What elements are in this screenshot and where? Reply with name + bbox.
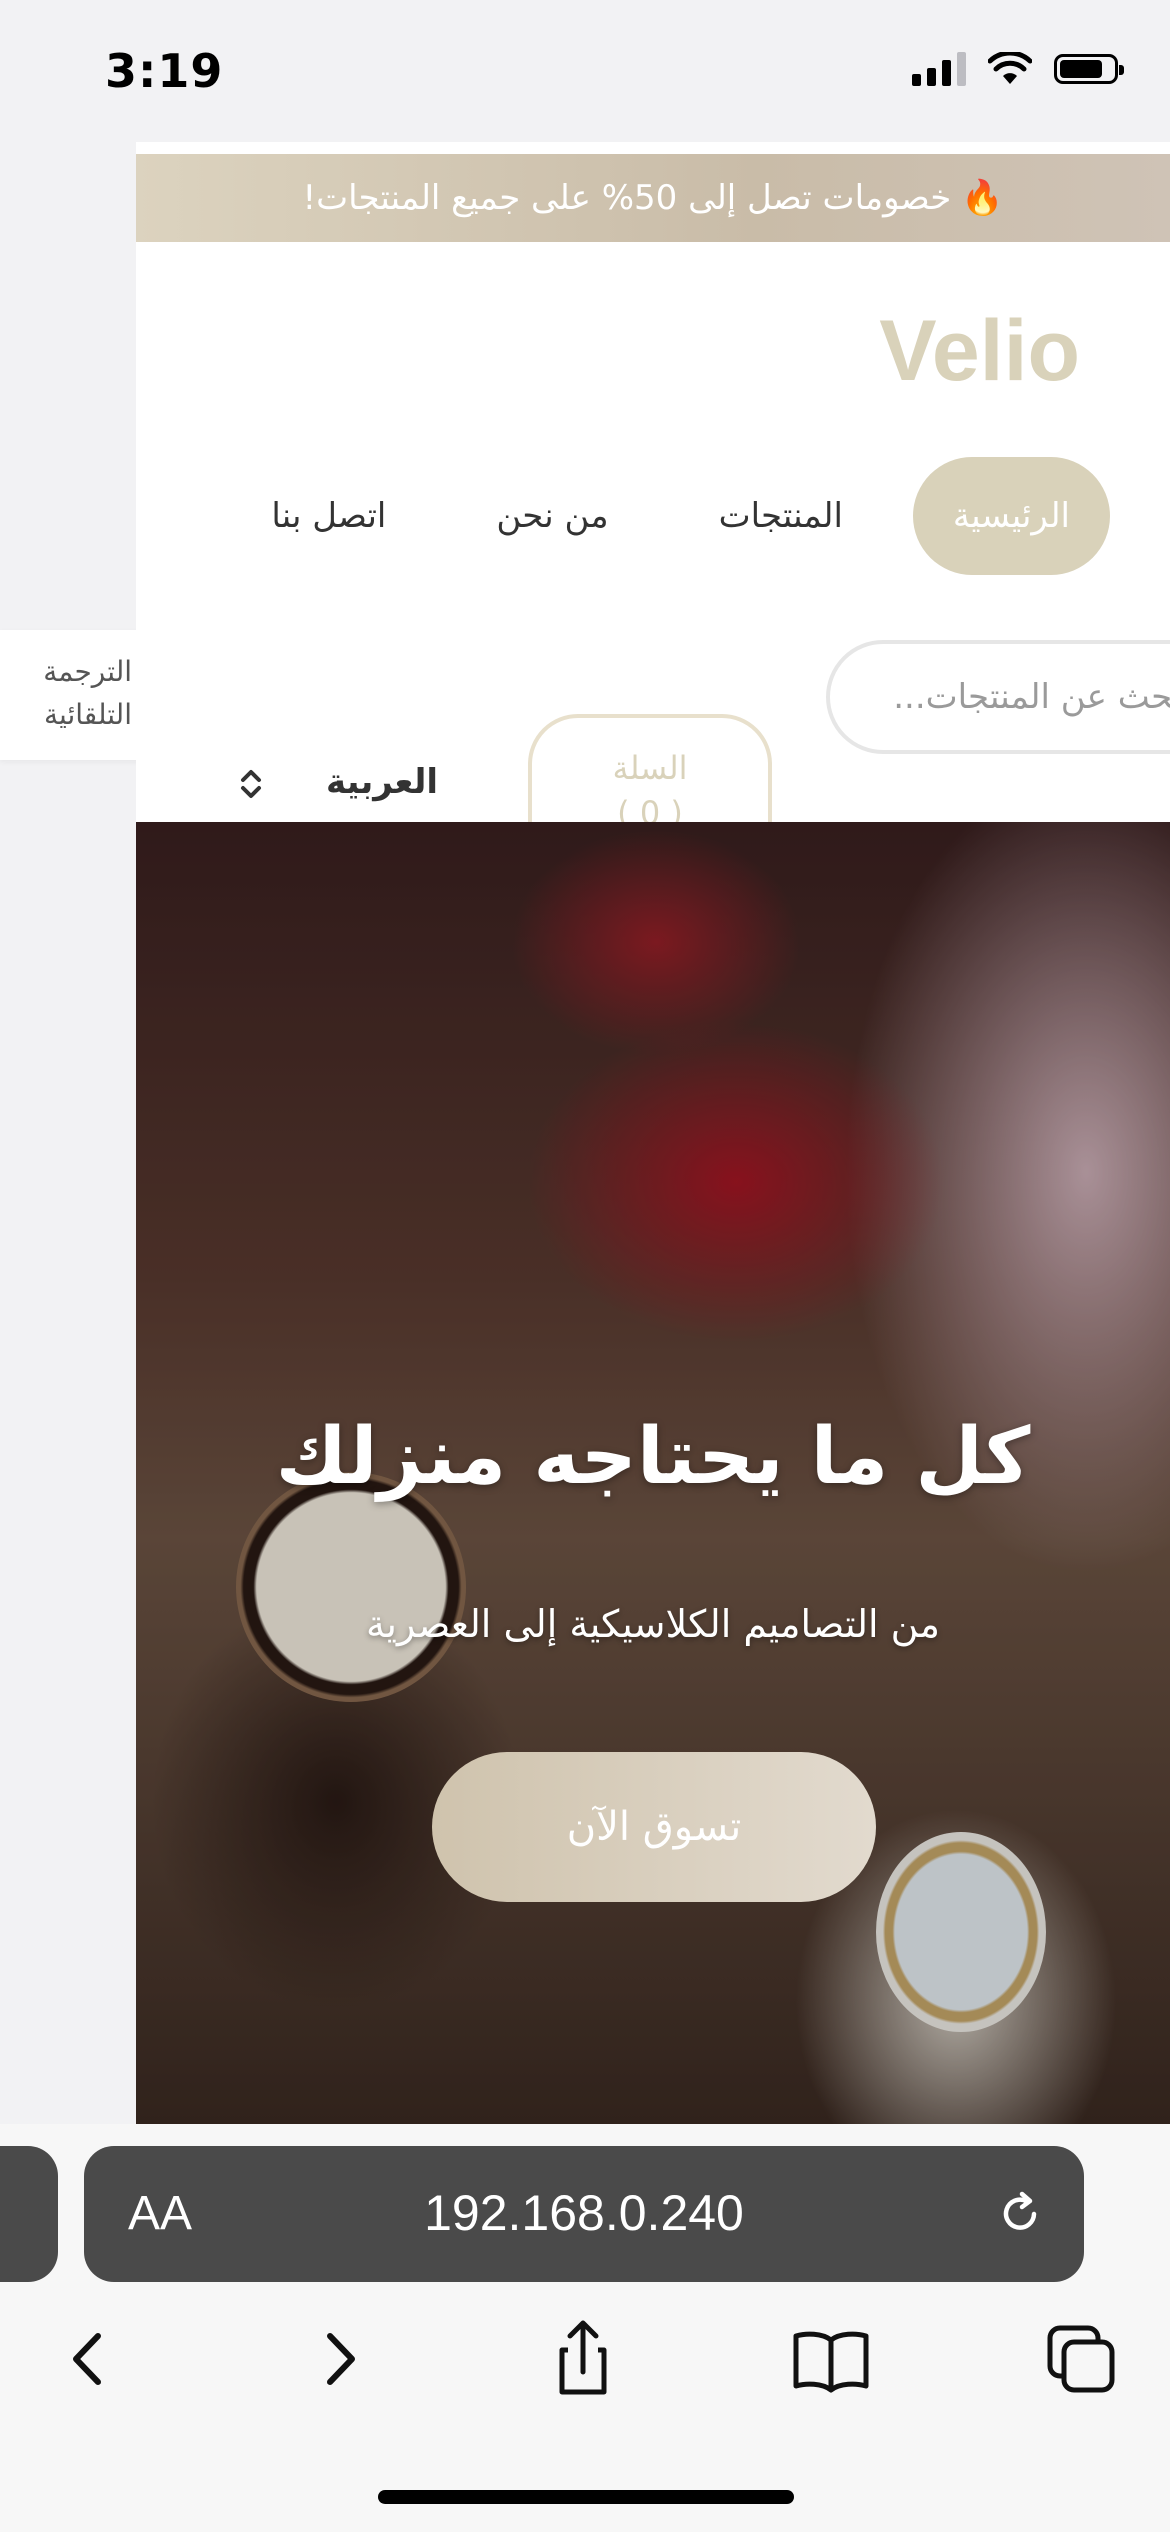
wifi-icon [988,52,1032,84]
chevron-updown-icon[interactable] [236,764,266,804]
cellular-signal-icon [912,52,966,86]
browser-toolbar [0,2314,1170,2454]
site-logo[interactable]: Velio [879,302,1080,401]
main-nav: الرئيسية المنتجات من نحن اتصل بنا [201,457,1110,575]
tabs-icon[interactable] [1036,2314,1126,2404]
hero-title: كل ما يحتاجه منزلك [275,1412,1031,1502]
status-time: 3:19 [105,44,224,98]
site-header: Velio الرئيسية المنتجات من نحن اتصل بنا … [136,242,1170,884]
address-bar[interactable]: AA 192.168.0.240 [84,2146,1084,2282]
battery-icon [1054,54,1124,84]
nav-home[interactable]: الرئيسية [912,457,1110,575]
status-icons [912,52,1124,86]
bookmarks-icon[interactable] [786,2314,876,2404]
auto-translate-label: الترجمة التلقائية [43,655,132,732]
hero-subtitle: من التصاميم الكلاسيكية إلى العصرية [366,1602,940,1646]
share-icon[interactable] [538,2314,628,2404]
previous-tab-peek[interactable] [0,2146,58,2282]
reload-icon[interactable] [994,2188,1046,2240]
browser-chrome: AA 192.168.0.240 [0,2124,1170,2532]
language-select[interactable]: العربية [326,762,438,802]
forward-icon[interactable] [294,2314,384,2404]
cart-label: السلة [612,749,688,787]
fire-icon: 🔥 [961,178,1004,218]
shop-now-button[interactable]: تسوق الآن [432,1752,876,1902]
nav-products[interactable]: المنتجات [679,457,883,575]
promo-banner: 🔥 خصومات تصل إلى 50% على جميع المنتجات! [136,154,1170,242]
status-bar: 3:19 [0,0,1170,140]
hero-section: كل ما يحتاجه منزلك من التصاميم الكلاسيكي… [136,822,1170,2124]
promo-text: خصومات تصل إلى 50% على جميع المنتجات! [302,178,952,218]
url-text[interactable]: 192.168.0.240 [84,2184,1084,2242]
home-indicator[interactable] [378,2490,794,2504]
search-input[interactable]: ابحث عن المنتجات... [826,640,1170,754]
back-icon[interactable] [44,2314,134,2404]
nav-contact[interactable]: اتصل بنا [231,457,426,575]
nav-about[interactable]: من نحن [456,457,648,575]
web-page: 🔥 خصومات تصل إلى 50% على جميع المنتجات! … [136,142,1170,2124]
